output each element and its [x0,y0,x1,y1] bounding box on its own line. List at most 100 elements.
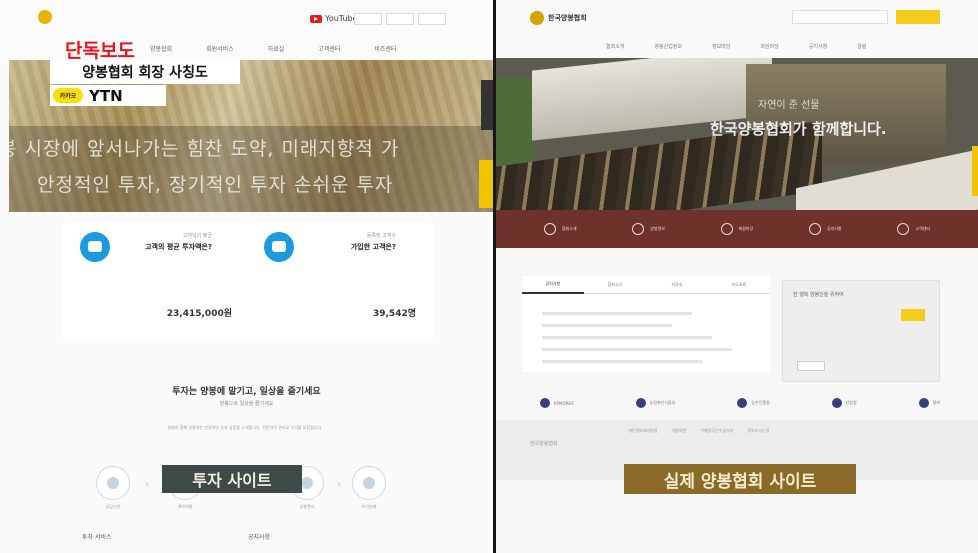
notice-row[interactable] [542,312,692,315]
footer-link[interactable]: 이메일무단수집거부 [700,428,733,434]
notice-row[interactable] [542,324,672,327]
partner-link[interactable]: 농촌진흥청 [737,394,770,412]
quick-menu-item[interactable]: 회원마당 [720,223,753,235]
login-button[interactable] [896,10,940,24]
info-icon [543,223,556,235]
signup-button[interactable] [797,361,825,371]
investment-site-caption: 투자 사이트 [162,465,302,493]
chat-icon [264,232,294,262]
quick-menu-item[interactable]: 협회소개 [543,223,577,235]
nav-item[interactable]: 공지사항 [809,43,827,50]
quick-menu-label: 공지사항 [827,226,842,231]
partner-logo-icon [737,398,748,408]
tab-news[interactable]: 협회소식 [584,276,646,294]
association-logo-icon[interactable] [530,11,544,25]
stat-card-customers: 등록된 고객수 가입한 고객은? 39,542명 [246,222,434,342]
partner-logo-icon [540,398,550,408]
header-button-2[interactable] [386,13,414,25]
real-site-header: 한국양봉협회 협회소개 양봉산업정보 정보마당 회원마당 공지사항 알림 [496,0,978,58]
quick-menu-item[interactable]: 양봉정보 [632,223,665,235]
notice-board: 공지사항 협회소식 자료실 보도자료 [522,276,770,372]
quick-menu-bar: 협회소개 양봉정보 회원마당 공지사항 고객센터 [496,210,978,248]
nav-item[interactable]: 고객센터 [318,44,340,53]
footer-link[interactable]: 개인정보처리방침 [628,428,657,434]
nav-item[interactable]: 알림 [857,43,866,50]
nav-item[interactable]: 회원마당 [760,43,778,50]
hero-yellow-tab [479,160,493,208]
step-label: 수익분배 [361,504,377,509]
comparison-screenshot: YouTube 양봉협회 회원서비스 자료실 고객센터 비즈센터 단독보도 봉 … [0,0,978,553]
partner-label: KPMOREA [554,400,574,406]
footer-links: 개인정보처리방침 이용약관 이메일무단수집거부 찾아오시는길 [628,428,769,434]
footer-section-title: 공지사항 [248,534,271,541]
notice-row[interactable] [542,348,732,351]
partner-label: 산림청 [845,400,857,405]
tab-archive[interactable]: 자료실 [646,276,708,294]
plus-icon: × [144,480,151,489]
quick-menu-label: 양봉정보 [650,226,665,231]
partner-logo-icon [635,398,646,408]
footer-section-title: 투자 서비스 [82,534,112,541]
real-site-caption: 실제 양봉협회 사이트 [624,464,856,494]
stat-sub: 등록된 고객수 [366,233,396,239]
ytn-label: YTN [89,86,123,105]
tab-notices[interactable]: 공지사항 [522,276,584,294]
hero-text-line2: 안정적인 투자, 장기적인 투자 손쉬운 투자 [37,174,394,196]
quick-menu-item[interactable]: 공지사항 [809,223,842,235]
stat-question: 고객의 평균 투자액은? [145,243,212,251]
quick-menu-label: 고객센터 [915,226,931,231]
login-submit-button[interactable] [901,309,925,321]
nav-item[interactable]: 회원서비스 [206,44,234,53]
partner-label: 협회 [932,400,940,405]
invest-section-title: 투자는 양봉에 맡기고, 일상을 즐기세요 [172,387,321,397]
partner-label: 농촌진흥청 [751,400,770,405]
nav-item[interactable]: 정보마당 [712,43,730,50]
nav-item[interactable]: 협회소개 [606,43,624,50]
stat-value: 39,542명 [372,309,416,319]
wallet-icon [80,232,110,262]
real-site-hero-banner: 자연이 준 선물 한국양봉협회가 함께합니다. [496,58,978,210]
nav-item[interactable]: 자료실 [268,44,285,53]
plus-icon: × [336,480,343,489]
youtube-link[interactable]: YouTube [310,14,358,23]
quick-menu-item[interactable]: 고객센터 [897,223,930,235]
search-input[interactable] [792,10,888,24]
partner-link[interactable]: 농림축산식품부 [635,394,675,412]
footer-link[interactable]: 이용약관 [671,428,686,434]
header-button-1[interactable] [354,13,382,25]
step-label: 양봉관리 [299,504,315,509]
news-caption-title: 양봉협회 회장 사칭도 [50,60,240,84]
real-site-pane: 한국양봉협회 협회소개 양봉산업정보 정보마당 회원마당 공지사항 알림 자연이… [496,0,978,553]
stat-card-average-investment: 고객님의 평균 고객의 평균 투자액은? 23,415,000원 [62,222,250,342]
youtube-icon [310,14,322,23]
slider-arrow[interactable] [481,80,493,130]
step-label: 상담신청 [105,504,121,509]
step-consult-icon[interactable] [96,466,130,500]
hero-headline: 한국양봉협회가 함께합니다. [710,120,887,138]
footer-link[interactable]: 찾아오시는길 [747,428,769,434]
step-profit-icon[interactable] [352,466,386,500]
partner-link[interactable]: 협회 [918,394,940,412]
partner-links: KPMOREA 농림축산식품부 농촌진흥청 산림청 협회 [540,394,940,412]
invest-section-description: 꿀벌과 함께 성장하는 안정적인 투자 상품을 소개합니다. 전문가의 관리로 … [167,425,323,430]
headset-icon [897,223,910,235]
partner-link[interactable]: KPMOREA [540,394,574,412]
step-label: 계약체결 [177,504,193,509]
nav-item[interactable]: 양봉산업정보 [654,43,682,50]
youtube-label: YouTube [325,14,358,23]
partner-link[interactable]: 산림청 [831,394,857,412]
bee-icon [632,223,645,235]
notice-row[interactable] [542,336,712,339]
header-button-3[interactable] [418,13,446,25]
hero-text-line1: 봉 시장에 앞서나가는 힘찬 도약, 미래지향적 가 [9,138,400,160]
bee-logo-icon[interactable] [38,10,52,24]
tab-press[interactable]: 보도자료 [708,276,770,294]
nav-item[interactable]: 양봉협회 [150,44,172,53]
fake-site-header: YouTube 양봉협회 회원서비스 자료실 고객센터 비즈센터 단독보도 [0,0,493,62]
stat-sub: 고객님의 평균 [182,233,212,239]
nav-item[interactable]: 비즈센터 [374,44,396,53]
notice-row[interactable] [542,360,702,363]
document-icon [720,223,733,235]
association-name[interactable]: 한국양봉협회 [548,13,587,23]
stat-value: 23,415,000원 [166,309,232,319]
